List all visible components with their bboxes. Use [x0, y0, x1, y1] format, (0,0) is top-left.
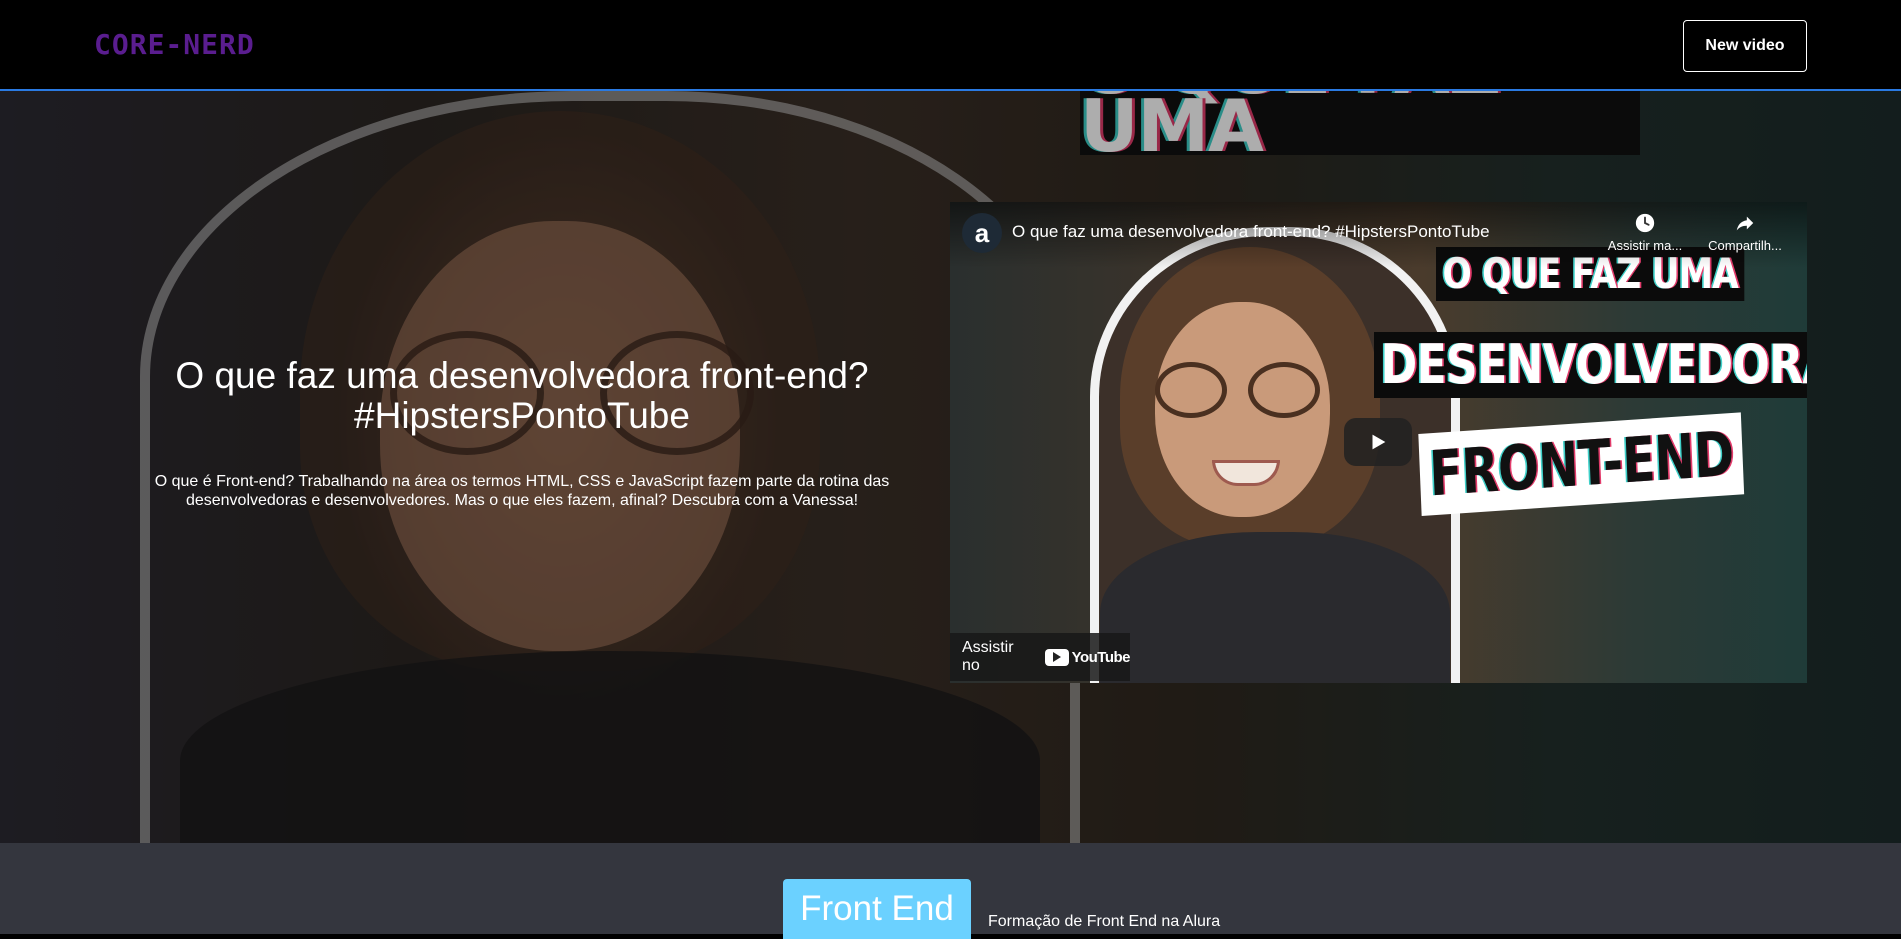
watch-later-button[interactable]: Assistir ma... [1600, 212, 1690, 253]
thumbnail-glasses-left [1155, 362, 1227, 418]
share-label: Compartilh... [1708, 238, 1782, 253]
thumbnail-text-line-3: FRONT-END [1418, 412, 1745, 516]
share-button[interactable]: Compartilh... [1700, 212, 1790, 253]
clock-icon [1635, 213, 1655, 233]
category-tag-front-end[interactable]: Front End [783, 879, 971, 939]
channel-avatar[interactable]: a [962, 213, 1002, 253]
hero-banner: O QUE FAZ UMA O que faz uma desenvolvedo… [0, 91, 1901, 843]
youtube-logo-icon: YouTube [1044, 648, 1131, 666]
category-section: Front End Formação de Front End na Alura [0, 843, 1901, 939]
site-logo[interactable]: CORE-NERD [94, 28, 255, 61]
thumbnail-text-line-2: DESENVOLVEDORA [1374, 332, 1807, 398]
thumbnail-shirt [1100, 532, 1450, 683]
play-button[interactable] [1344, 418, 1412, 466]
video-title: O que faz uma desenvolvedora front-end? … [175, 355, 869, 436]
category-description: Formação de Front End na Alura [988, 913, 1221, 930]
video-description: O que é Front-end? Trabalhando na área o… [154, 473, 890, 509]
watch-later-label: Assistir ma... [1607, 238, 1683, 253]
thumbnail-glasses-right [1248, 362, 1320, 418]
watch-on-youtube-button[interactable]: Assistir no YouTube [950, 633, 1131, 681]
youtube-wordmark: YouTube [1071, 648, 1131, 666]
share-arrow-icon [1736, 216, 1754, 231]
youtube-mark-icon [1044, 648, 1069, 666]
watch-on-label: Assistir no [962, 639, 1014, 674]
top-header: CORE-NERD New video [0, 0, 1901, 91]
play-icon [1372, 434, 1386, 450]
new-video-button[interactable]: New video [1683, 20, 1807, 72]
player-video-title[interactable]: O que faz uma desenvolvedora front-end? … [1012, 222, 1490, 242]
youtube-player[interactable]: O QUE FAZ UMA DESENVOLVEDORA FRONT-END a… [950, 202, 1807, 683]
